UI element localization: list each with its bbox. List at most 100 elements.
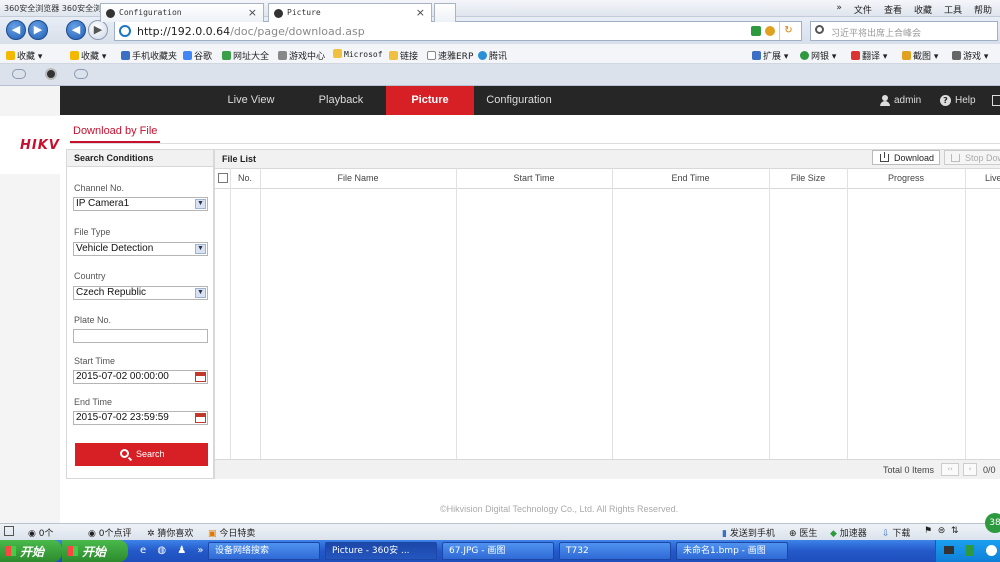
end-time-label: End Time bbox=[74, 397, 113, 407]
task-paint-67[interactable]: 67.JPG - 画图 bbox=[442, 542, 554, 560]
nav-playback[interactable]: Playback bbox=[300, 86, 382, 115]
task-folder-t732[interactable]: T732 bbox=[559, 542, 671, 560]
start-button-2[interactable]: 开始 bbox=[62, 540, 128, 562]
menu-file[interactable]: 文件 bbox=[854, 3, 872, 16]
fav-item-5[interactable]: 游戏中心 bbox=[278, 49, 325, 62]
url-input[interactable]: http://192.0.0.64/doc/page/download.asp … bbox=[114, 21, 802, 41]
tab-bar bbox=[0, 64, 1000, 86]
search-input[interactable]: 习近平将出席上合峰会 bbox=[810, 21, 998, 41]
prev-icon[interactable]: ‹ bbox=[963, 463, 977, 476]
end-time-input[interactable]: 2015-07-02 23:59:59 bbox=[73, 411, 208, 425]
menu-view[interactable]: 查看 bbox=[884, 3, 902, 16]
col-start-time[interactable]: Start Time bbox=[456, 168, 612, 189]
plate-input[interactable] bbox=[73, 329, 208, 343]
cloud-icon[interactable] bbox=[74, 69, 88, 79]
fav-item-6[interactable]: Microsof bbox=[333, 49, 383, 60]
fav-right-4[interactable]: 游戏 ▾ bbox=[952, 49, 988, 62]
refresh-icon[interactable]: ↻ bbox=[779, 22, 797, 40]
badge-counter[interactable]: 38 bbox=[985, 513, 1000, 533]
qq-icon bbox=[478, 51, 487, 60]
fav-right-2[interactable]: 翻译 ▾ bbox=[851, 49, 887, 62]
calendar-icon[interactable] bbox=[195, 372, 206, 382]
status-right-0[interactable]: ▮ 发送到手机 bbox=[722, 526, 775, 539]
main-navbar: Live View Playback Picture Configuration… bbox=[60, 86, 1000, 115]
status-more-icon[interactable]: ⚑ ⊜ ⇅ bbox=[924, 526, 959, 536]
tab-picture[interactable]: Picture × bbox=[268, 3, 432, 22]
task-paint-untitled[interactable]: 未命名1.bmp - 画图 bbox=[676, 542, 788, 560]
compat-icon[interactable] bbox=[751, 26, 761, 36]
fav-item-2[interactable]: 手机收藏夹 bbox=[121, 49, 177, 62]
channel-select[interactable]: IP Camera1 ▼ bbox=[73, 197, 208, 211]
fav-item-1[interactable]: 收藏 ▾ bbox=[70, 49, 106, 62]
country-select[interactable]: Czech Republic ▼ bbox=[73, 286, 208, 300]
fav-item-0[interactable]: 收藏 ▾ bbox=[6, 49, 42, 62]
tab-configuration[interactable]: Configuration × bbox=[100, 3, 264, 22]
col-file-name[interactable]: File Name bbox=[260, 168, 456, 189]
close-icon[interactable]: × bbox=[248, 6, 257, 19]
new-tab-button[interactable] bbox=[434, 3, 456, 22]
speed-icon[interactable] bbox=[765, 26, 775, 36]
search-button[interactable]: Search bbox=[75, 443, 208, 466]
menu-help[interactable]: 帮助 bbox=[974, 3, 992, 16]
fav-right-0[interactable]: 扩展 ▾ bbox=[752, 49, 788, 62]
menu-more[interactable]: » bbox=[836, 3, 842, 16]
start-button[interactable]: 开始 bbox=[0, 540, 62, 562]
col-no[interactable]: No. bbox=[230, 168, 260, 189]
forward-button[interactable]: ▶ bbox=[28, 20, 48, 40]
select-all-checkbox[interactable] bbox=[218, 173, 228, 183]
search-conditions-header: Search Conditions bbox=[67, 150, 213, 167]
battery-icon[interactable] bbox=[966, 545, 974, 556]
status-item-3[interactable]: ▣ 今日特卖 bbox=[208, 526, 255, 539]
nav-picture[interactable]: Picture bbox=[386, 86, 474, 115]
status-item-0[interactable]: ◉ 0个 bbox=[28, 526, 53, 539]
col-live[interactable]: Live bbox=[965, 168, 1000, 189]
page-subtitle[interactable]: Download by File bbox=[73, 125, 157, 137]
fav-item-4[interactable]: 网址大全 bbox=[222, 49, 269, 62]
start-time-input[interactable]: 2015-07-02 00:00:00 bbox=[73, 370, 208, 384]
status-right-2[interactable]: ◆ 加速器 bbox=[830, 526, 867, 539]
calendar-icon[interactable] bbox=[195, 413, 206, 423]
logout-icon[interactable] bbox=[992, 95, 1000, 106]
camera-icon[interactable] bbox=[45, 68, 57, 80]
filetype-select[interactable]: Vehicle Detection ▼ bbox=[73, 242, 208, 256]
nav-configuration[interactable]: Configuration bbox=[478, 86, 560, 115]
nav-live-view[interactable]: Live View bbox=[210, 86, 292, 115]
fav-item-7[interactable]: 链接 bbox=[389, 49, 418, 62]
quick-launch-icons[interactable]: e ◍ ♟ » bbox=[140, 545, 208, 556]
fav-item-3[interactable]: 谷歌 bbox=[183, 49, 212, 62]
back-button[interactable]: ◀ bbox=[6, 20, 26, 40]
col-divider bbox=[260, 168, 261, 459]
menu-tools[interactable]: 工具 bbox=[944, 3, 962, 16]
task-device-search[interactable]: 设备网络搜索 bbox=[208, 542, 320, 560]
user-name[interactable]: admin bbox=[894, 86, 928, 115]
col-progress[interactable]: Progress bbox=[847, 168, 965, 189]
fav-item-9[interactable]: 腾讯 bbox=[478, 49, 507, 62]
status-item-2[interactable]: ✲ 猜你喜欢 bbox=[147, 526, 193, 539]
status-right-1[interactable]: ⊕ 医生 bbox=[789, 526, 817, 539]
stop-download-button[interactable]: Stop Dow bbox=[944, 150, 1000, 165]
bank-icon bbox=[800, 51, 809, 60]
fav-item-8[interactable]: 速雅ERP bbox=[427, 49, 473, 62]
prev-page-button[interactable]: ‹‹ bbox=[941, 463, 959, 476]
status-right-3[interactable]: ⇩ 下载 bbox=[882, 526, 910, 539]
help-link[interactable]: Help bbox=[955, 86, 983, 115]
back-button-2[interactable]: ◀ bbox=[66, 20, 86, 40]
google-icon bbox=[183, 51, 192, 60]
col-file-size[interactable]: File Size bbox=[769, 168, 847, 189]
sidebar-toggle-icon[interactable] bbox=[4, 526, 14, 536]
task-picture-browser[interactable]: Picture - 360安 ... bbox=[325, 542, 437, 560]
help-icon[interactable]: ? bbox=[940, 95, 951, 106]
fav-right-3[interactable]: 截图 ▾ bbox=[902, 49, 938, 62]
search-icon bbox=[120, 449, 129, 458]
start-time-label: Start Time bbox=[74, 356, 116, 366]
fav-right-1[interactable]: 网银 ▾ bbox=[800, 49, 836, 62]
download-button[interactable]: Download bbox=[872, 150, 940, 165]
close-icon[interactable]: × bbox=[416, 6, 425, 19]
network-icon[interactable] bbox=[986, 545, 997, 556]
keyboard-icon[interactable] bbox=[944, 546, 954, 554]
col-end-time[interactable]: End Time bbox=[612, 168, 769, 189]
status-item-1[interactable]: ◉ 0个点评 bbox=[88, 526, 131, 539]
forward-button-2[interactable]: ▶ bbox=[88, 20, 108, 40]
menu-favorites[interactable]: 收藏 bbox=[914, 3, 932, 16]
cloud-icon[interactable] bbox=[12, 69, 26, 79]
